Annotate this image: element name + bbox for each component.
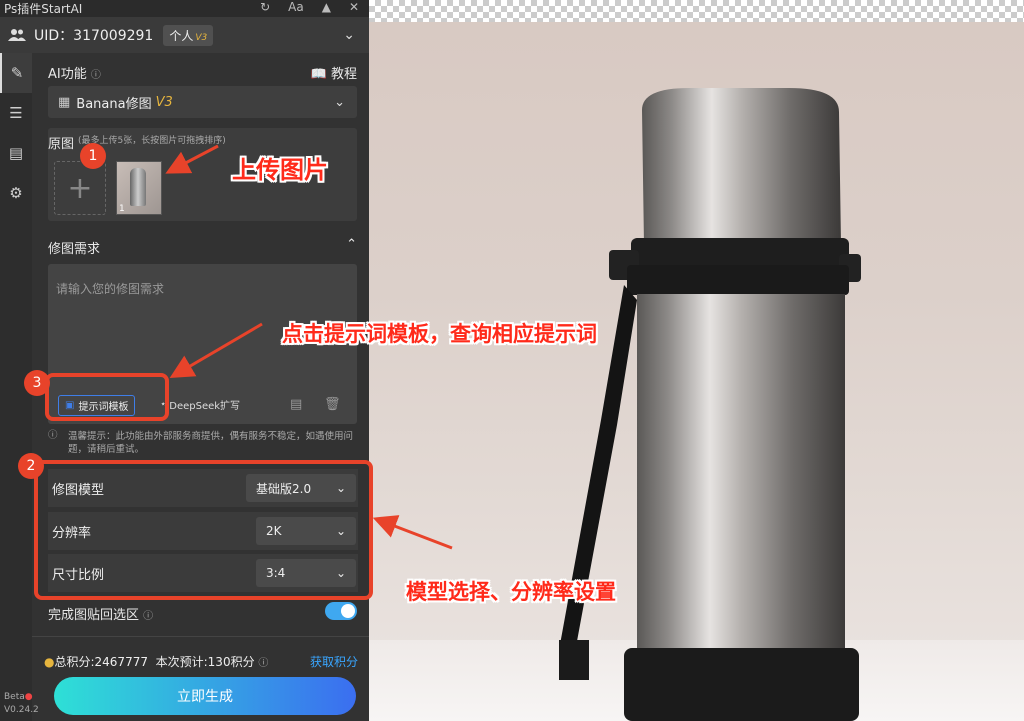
source-label: 原图 — [48, 137, 75, 152]
layers-icon[interactable]: ☰ — [0, 93, 32, 133]
requirement-label: 修图需求 — [48, 242, 101, 257]
chevron-down-icon: ⌄ — [334, 94, 345, 110]
image-icon: ▦ — [58, 94, 71, 110]
tool-select[interactable]: ▦ Banana修图 V3 ⌄ — [48, 86, 357, 118]
credits-info: ●总积分:2467777 本次预计:130积分 ⓘ — [44, 655, 269, 669]
version-label: Beta● V0.24.2 — [4, 692, 39, 715]
paste-back-label: 完成图贴回选区 ⓘ — [48, 608, 154, 623]
account-bar[interactable]: UID：317009291 个人 V3 ⌄ — [0, 17, 369, 53]
annotation-template-text: 点击提示词模板，查询相应提示词 — [282, 322, 597, 346]
uploaded-thumbnail[interactable]: 1 — [116, 161, 162, 215]
info-icon: ⓘ — [48, 430, 58, 441]
get-credits-link[interactable]: 获取积分 — [310, 653, 358, 670]
info-icon: ⓘ — [90, 70, 101, 81]
tutorial-link[interactable]: 📖 教程 — [311, 63, 357, 82]
info-icon: ⓘ — [143, 611, 154, 622]
trash-icon[interactable]: 🗑 — [324, 397, 341, 412]
window-title: Ps插件StartAI — [4, 2, 83, 16]
edit-pen-icon[interactable]: ✎ — [0, 53, 32, 93]
service-tip: 温馨提示：此功能由外部服务商提供，偶有服务不稳定，如遇使用问题，请稍后重试。 — [68, 431, 354, 455]
plan-badge: 个人 V3 — [163, 24, 214, 46]
coin-icon: ● — [44, 655, 55, 669]
settings-gear-icon[interactable]: ⚙ — [0, 173, 32, 213]
chevron-down-icon[interactable]: ⌄ — [343, 27, 355, 43]
clipboard-icon[interactable]: ▤ — [0, 133, 32, 173]
ai-function-label: AI功能 ⓘ — [48, 67, 101, 82]
font-size-icon[interactable]: Aa — [288, 0, 304, 14]
annotation-number-1: 1 — [80, 143, 106, 169]
title-bar: Ps插件StartAI ↻ Aa ▲ ✕ — [0, 0, 369, 17]
annotation-number-2: 2 — [18, 453, 44, 479]
pin-icon[interactable]: ▲ — [322, 0, 331, 14]
info-icon: ⓘ — [258, 658, 269, 669]
annotation-upload-text: 上传图片 — [232, 156, 328, 184]
annotation-model-text: 模型选择、分辨率设置 — [406, 580, 616, 604]
paste-back-toggle[interactable] — [325, 602, 357, 620]
deepseek-expand-button[interactable]: ⋆ DeepSeek扩写 — [160, 397, 240, 412]
book-icon: 📖 — [310, 67, 327, 82]
add-image-button[interactable]: + — [54, 161, 106, 215]
users-icon — [8, 29, 26, 41]
thermos-photo — [559, 88, 861, 721]
uid-text: UID：317009291 — [34, 28, 154, 44]
annotation-number-3: 3 — [24, 370, 50, 396]
refresh-icon[interactable]: ↻ — [260, 0, 270, 14]
close-icon[interactable]: ✕ — [349, 0, 359, 14]
annotation-box-template — [45, 373, 169, 421]
generate-button[interactable]: 立即生成 — [54, 677, 356, 715]
annotation-box-options — [34, 460, 373, 600]
history-icon[interactable]: ▤ — [290, 397, 302, 412]
plugin-sidebar: Ps插件StartAI ↻ Aa ▲ ✕ UID：317009291 个人 V3 … — [0, 0, 369, 721]
chevron-up-icon[interactable]: ⌃ — [346, 237, 357, 252]
photoshop-canvas[interactable] — [369, 0, 1024, 721]
